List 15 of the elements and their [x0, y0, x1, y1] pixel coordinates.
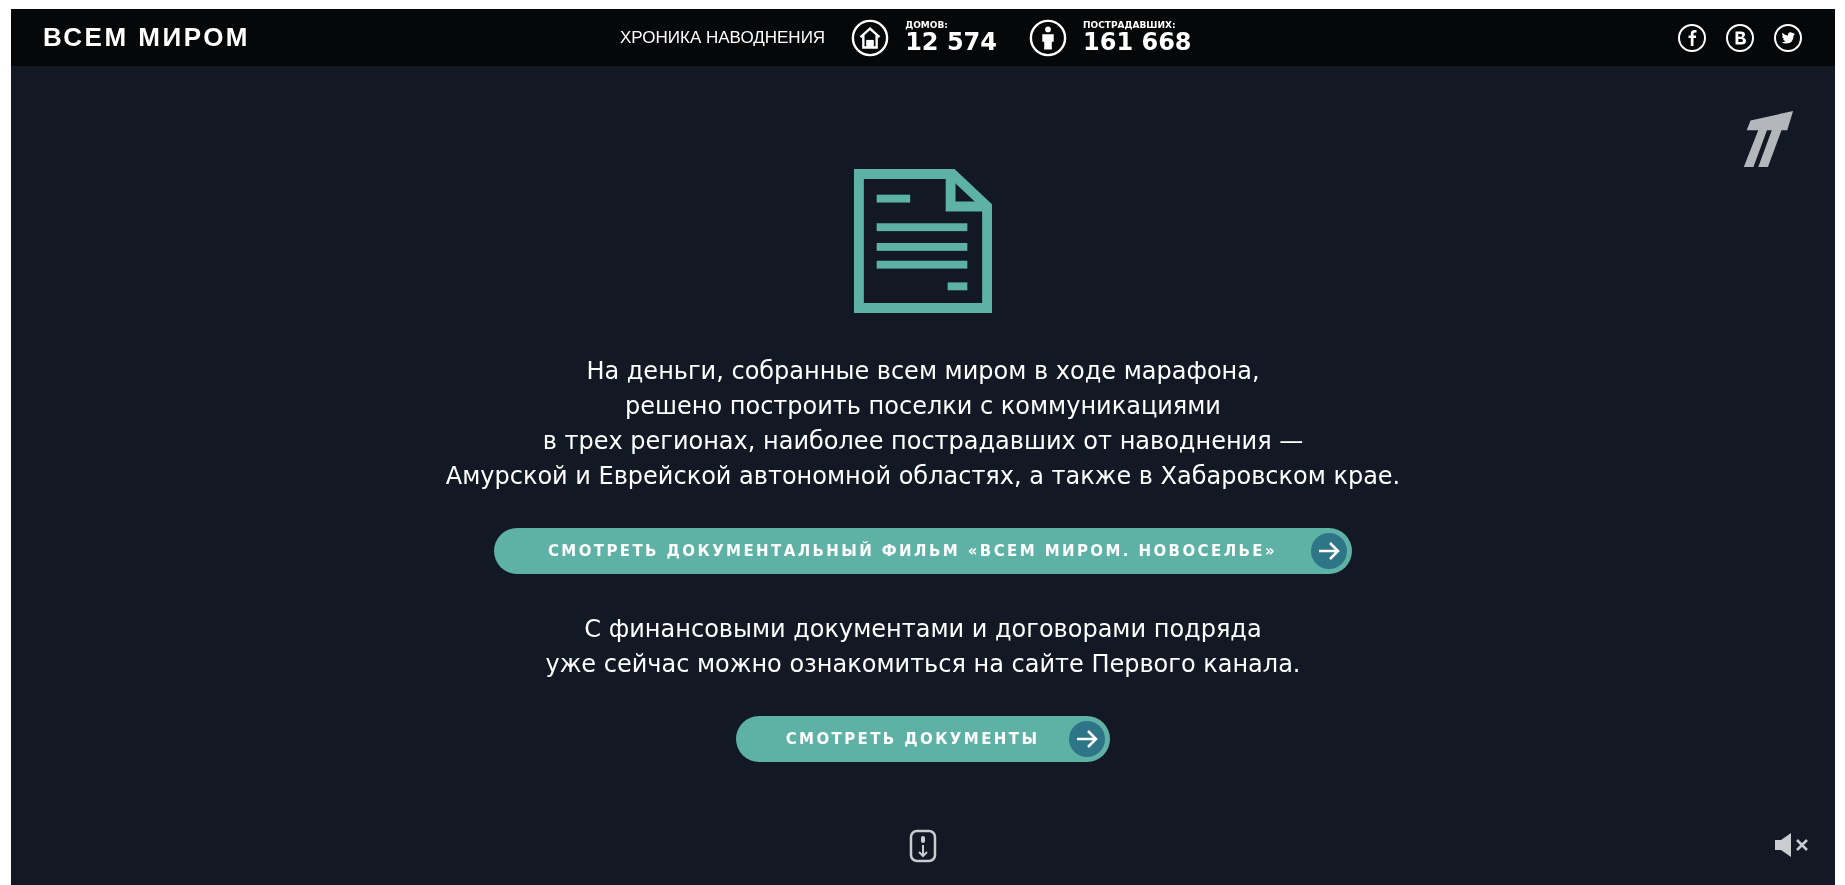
stat-label: ДОМОВ:: [905, 21, 949, 30]
scroll-down-icon[interactable]: [909, 829, 937, 863]
info-paragraph: С финансовыми документами и договорами подряда уже сейчас можно ознакомиться на сайте Первого канала.: [545, 614, 1301, 680]
twitter-icon[interactable]: [1773, 22, 1803, 53]
person-icon: [1029, 18, 1067, 57]
info-paragraph: На деньги, собранные всем миром в ходе марафона, решено построить поселки с коммуникациями в трех регионах, наиболее пострадавших от наводнения — Амурской и Еврейской автономной областях, а также в Хабаровском крае.: [445, 356, 1401, 492]
house-icon: [851, 18, 890, 57]
stat-value: 12 574: [905, 30, 997, 54]
vk-icon[interactable]: [1725, 22, 1755, 53]
site-logo[interactable]: ВСЕМ МИРОМ: [43, 22, 250, 53]
document-icon: [854, 168, 992, 314]
facebook-icon[interactable]: [1677, 22, 1707, 53]
chronicle-link[interactable]: ХРОНИКА НАВОДНЕНИЯ: [620, 27, 826, 48]
stat-label: ПОСТРАДАВШИХ:: [1083, 21, 1177, 30]
stat-value: 161 668: [1083, 30, 1192, 54]
